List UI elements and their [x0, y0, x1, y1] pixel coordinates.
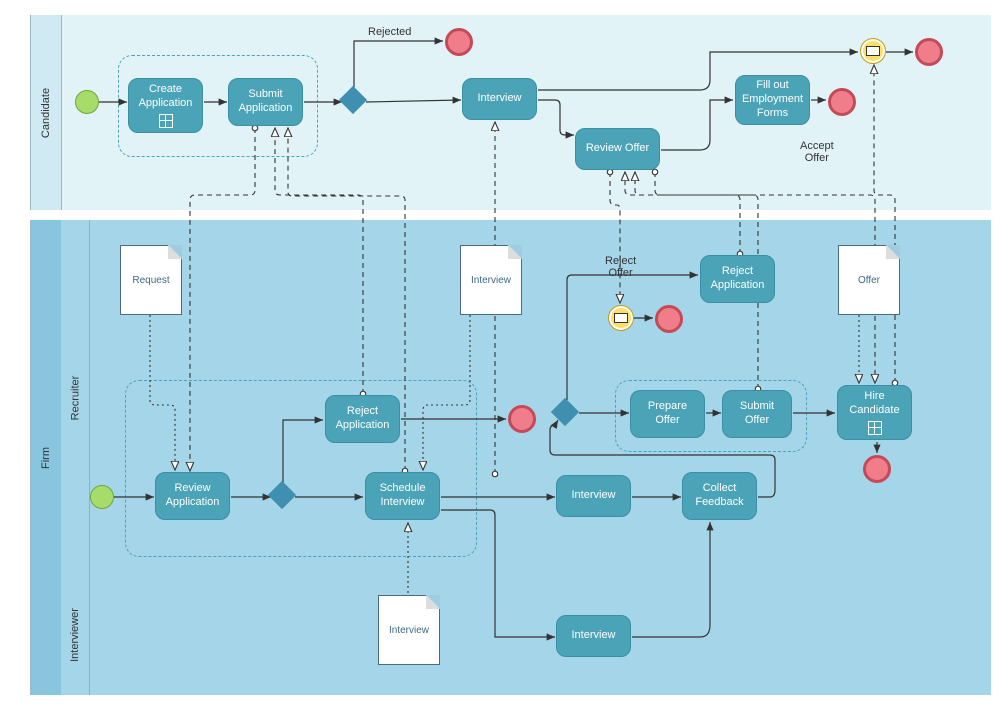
task-review-application: Review Application — [155, 472, 230, 520]
doc-interview-2: Interview — [378, 595, 440, 665]
pool-candidate-label: Candidate — [40, 87, 52, 137]
task-prepare-offer: Prepare Offer — [630, 390, 705, 438]
task-review-offer: Review Offer — [575, 128, 660, 170]
end-event-forms — [828, 88, 856, 116]
doc-request: Request — [120, 245, 182, 315]
end-event-reject-offer — [655, 305, 683, 333]
task-interview-candidate: Interview — [462, 78, 537, 120]
task-schedule-interview: Schedule Interview — [365, 472, 440, 520]
pool-firm-label: Firm — [40, 447, 52, 469]
lane-interviewer-label: Interviewer — [69, 608, 81, 662]
doc-offer: Offer — [838, 245, 900, 315]
message-event-reject-offer — [608, 305, 634, 331]
lane-recruiter-label: Recruiter — [69, 375, 81, 420]
start-event-candidate — [75, 90, 99, 114]
subprocess-marker-icon — [159, 114, 173, 128]
task-create-application: Create Application — [128, 78, 203, 133]
doc-interview-1: Interview — [460, 245, 522, 315]
end-event-candidate-final — [915, 38, 943, 66]
start-event-recruiter — [90, 485, 114, 509]
label-rejected: Rejected — [368, 26, 411, 38]
end-event-reject-1 — [508, 405, 536, 433]
subprocess-marker-icon — [868, 421, 882, 435]
task-hire-candidate: Hire Candidate — [837, 385, 912, 440]
task-interview-recruiter: Interview — [556, 475, 631, 517]
task-submit-offer: Submit Offer — [722, 390, 792, 438]
label-accept-offer: Accept Offer — [800, 140, 834, 164]
lane-interviewer: Interviewer — [61, 575, 991, 695]
subprocess-recruiter-review — [125, 380, 477, 557]
task-fill-forms: Fill out Employment Forms — [735, 75, 810, 125]
task-reject-application-1: Reject Application — [325, 395, 400, 443]
message-event-candidate — [860, 38, 886, 64]
label-reject-offer: Reject Offer — [605, 255, 636, 279]
end-event-rejected — [445, 28, 473, 56]
end-event-hire — [863, 455, 891, 483]
task-interview-interviewer: Interview — [556, 615, 631, 657]
task-collect-feedback: Collect Feedback — [682, 472, 757, 520]
task-submit-application: Submit Application — [228, 78, 303, 126]
task-reject-application-2: Reject Application — [700, 255, 775, 303]
